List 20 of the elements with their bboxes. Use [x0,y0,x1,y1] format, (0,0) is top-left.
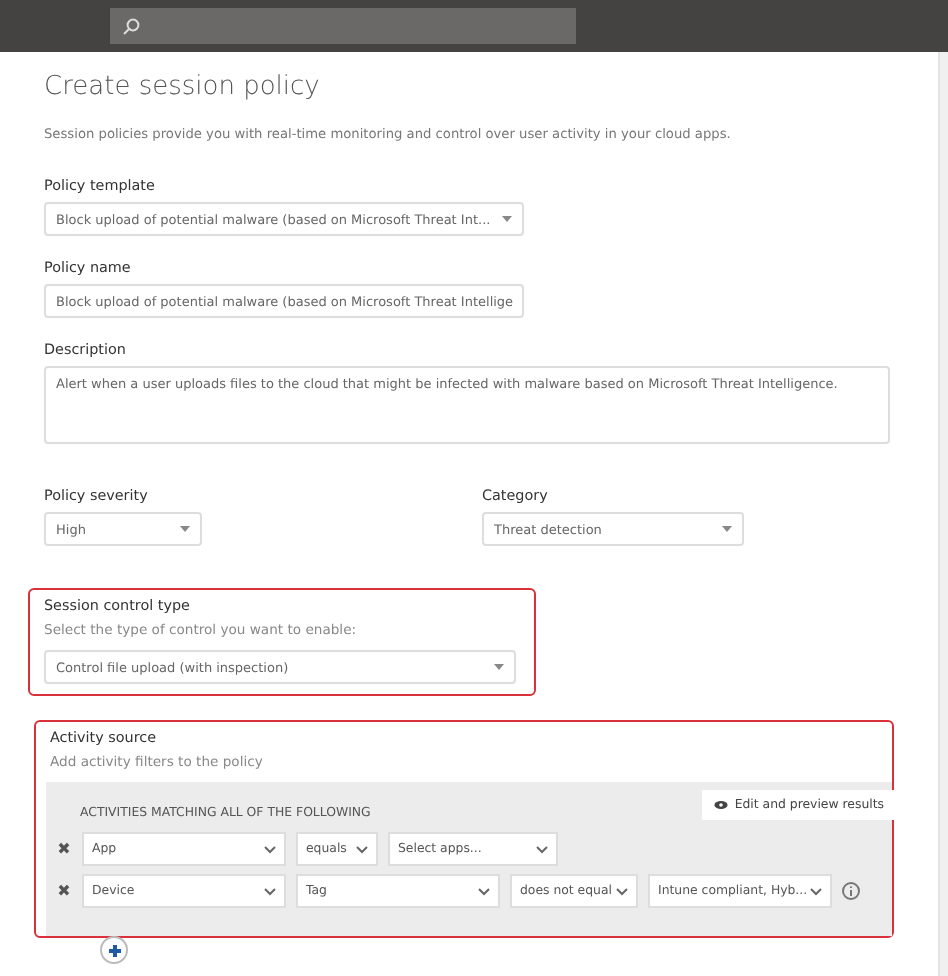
search-icon [122,17,140,35]
caret-icon [180,525,190,533]
caret-icon [502,215,512,223]
info-icon[interactable] [842,882,860,900]
chevron-icon [356,845,368,853]
chevron-icon [616,887,628,895]
chevron-icon [264,845,276,853]
caret-icon [722,525,732,533]
remove-button[interactable]: ✖ [56,882,72,900]
chevron-icon [536,845,548,853]
eye-icon [714,800,729,810]
chevron-icon [264,887,276,895]
caret-icon [494,663,504,671]
page-title: Create session policy [44,72,322,102]
plus-icon [107,943,121,957]
remove-button[interactable]: ✖ [56,840,72,858]
add-filter-button[interactable] [100,936,128,964]
chevron-icon [810,887,822,895]
search-field[interactable] [110,8,576,44]
chevron-icon [478,887,490,895]
